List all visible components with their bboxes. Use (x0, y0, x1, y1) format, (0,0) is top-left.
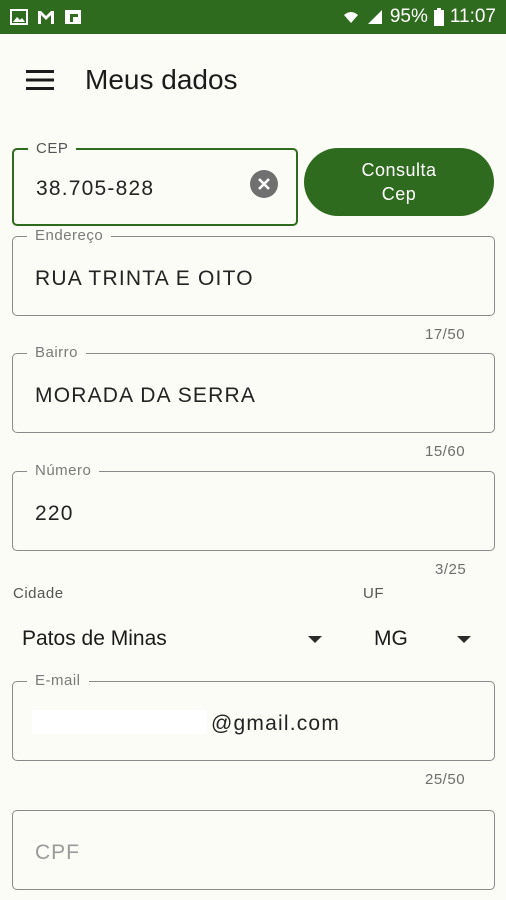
numero-field[interactable]: Número 220 (12, 462, 495, 551)
chevron-down-icon (308, 635, 322, 643)
uf-value: MG (374, 627, 408, 650)
numero-value: 220 (35, 502, 74, 525)
battery-icon (433, 8, 444, 26)
cidade-value: Patos de Minas (22, 627, 167, 650)
bairro-counter: 15/60 (425, 443, 466, 460)
battery-percent: 95% (389, 6, 428, 27)
endereco-label: Endereço (27, 227, 112, 244)
email-counter: 25/50 (425, 771, 466, 788)
cep-label: CEP (28, 140, 77, 157)
status-bar: 95% 11:07 (0, 0, 506, 34)
endereco-field[interactable]: Endereço RUA TRINTA E OITO (12, 227, 495, 316)
redacted-area (32, 710, 207, 734)
cpf-placeholder: CPF (35, 841, 80, 864)
bairro-value: MORADA DA SERRA (35, 384, 257, 407)
numero-label: Número (27, 462, 100, 479)
gallery-icon (10, 9, 28, 25)
uf-dropdown[interactable]: MG (374, 624, 471, 654)
flipboard-icon (65, 10, 81, 24)
clear-button[interactable] (250, 170, 278, 198)
cep-value: 38.705-828 (36, 177, 155, 200)
consulta-button-line1: Consulta (361, 160, 437, 180)
close-icon (258, 178, 270, 190)
wifi-icon (343, 12, 358, 23)
consulta-button-line2: Cep (381, 184, 417, 204)
numero-counter: 3/25 (435, 561, 467, 578)
endereco-counter: 17/50 (425, 326, 466, 343)
clock: 11:07 (449, 6, 496, 27)
cidade-label: Cidade (13, 585, 64, 602)
consulta-cep-button[interactable]: Consulta Cep (304, 148, 494, 216)
cidade-dropdown[interactable]: Patos de Minas (22, 624, 322, 654)
uf-label: UF (363, 585, 384, 602)
notification-icons (10, 9, 82, 25)
email-label: E-mail (27, 672, 89, 689)
gmail-icon (38, 11, 54, 24)
email-value: @gmail.com (211, 712, 341, 735)
page-title: Meus dados (85, 64, 238, 95)
bairro-field[interactable]: Bairro MORADA DA SERRA (12, 344, 495, 433)
cep-field[interactable]: CEP 38.705-828 (12, 140, 298, 226)
menu-button[interactable] (0, 34, 80, 126)
signal-icon (367, 10, 382, 24)
chevron-down-icon (457, 635, 471, 643)
app-bar: Meus dados (0, 34, 506, 126)
bairro-label: Bairro (27, 344, 87, 361)
endereco-value: RUA TRINTA E OITO (35, 267, 254, 290)
cpf-field[interactable]: CPF (12, 810, 495, 890)
hamburger-icon (26, 70, 54, 90)
